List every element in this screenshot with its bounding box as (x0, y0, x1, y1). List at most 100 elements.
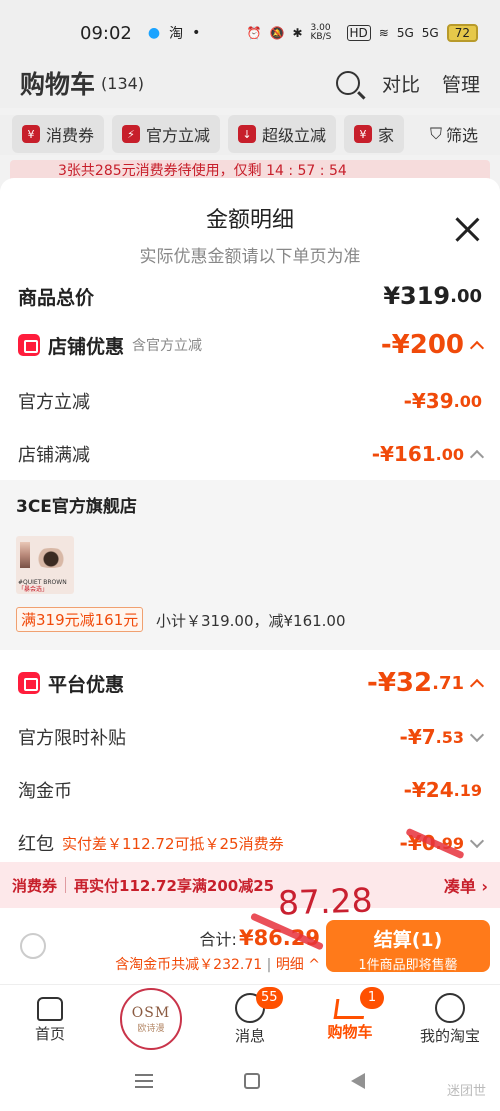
status-bar: 09:02 ● 淘 • ⏰ 🔕 ✱ 3.00 KB/S HD ≋ 5G 5G 7… (0, 0, 500, 66)
coupon-bar-label: 消费券 (12, 876, 58, 895)
coupon-icon: ¥ (354, 125, 373, 143)
app-drop-icon: ● (147, 25, 161, 41)
chip-home[interactable]: ¥ 家 (344, 115, 405, 153)
shop-icon (18, 334, 40, 356)
recents-icon[interactable] (135, 1073, 154, 1088)
subsidy-value: -¥7.53 (400, 725, 485, 749)
osm-logo: OSM 欧诗漫 (120, 988, 182, 1050)
tab-home[interactable]: 首页 (0, 985, 100, 1050)
page-header: 购物车 (134) 对比 管理 (0, 58, 500, 108)
alarm-icon: ⏰ (246, 26, 262, 40)
chevron-down-icon (469, 833, 485, 848)
smile-icon (435, 993, 465, 1023)
chip-super-cut[interactable]: ↓ 超级立减 (228, 115, 337, 153)
store-discount-value: -¥200 (381, 330, 485, 360)
search-icon[interactable] (335, 71, 360, 95)
arrow-down-icon: ↓ (238, 125, 257, 143)
row-store-full-cut[interactable]: 店铺满减 -¥161.00 (0, 441, 500, 467)
chevron-right-icon: › (481, 877, 488, 896)
cart-count: (134) (101, 73, 145, 93)
mute-icon: 🔕 (269, 26, 285, 40)
chip-coupon[interactable]: ¥ 消费券 (12, 115, 105, 153)
row-store-discount[interactable]: 店铺优惠 含官方立减 -¥200 (0, 330, 500, 360)
close-icon[interactable] (454, 216, 480, 242)
compare-button[interactable]: 对比 (382, 70, 420, 97)
manage-button[interactable]: 管理 (442, 70, 480, 97)
filter-chips: ¥ 消费券 ⚡ 官方立减 ↓ 超级立减 ¥ 家 ⛉ 筛选 (0, 115, 500, 155)
signal-2: 5G (421, 26, 439, 40)
back-icon[interactable] (350, 1072, 365, 1089)
total-sum-label: 合计: (199, 930, 237, 949)
system-navigation (0, 1050, 500, 1111)
bottom-tab-bar: 首页 OSM 欧诗漫 消息 55 购物车 1 我的淘宝 (0, 984, 500, 1050)
dot-icon: • (192, 25, 201, 41)
tab-messages[interactable]: 消息 55 (200, 985, 300, 1050)
messages-badge: 55 (256, 987, 283, 1009)
row-platform-discount[interactable]: 平台优惠 -¥32.71 (0, 668, 500, 698)
store-subtotal: 小计￥319.00，减¥161.00 (156, 612, 346, 630)
official-cut-label: 官方立减 (18, 392, 90, 413)
coupon-icon: ¥ (22, 125, 40, 143)
signal-1: 5G (396, 26, 414, 40)
checkout-bar: 合计: ¥86.29 含淘金币共减￥232.71 | 明细 ^ 结算(1) 1件… (0, 908, 500, 984)
platform-discount-label: 平台优惠 (48, 673, 125, 696)
chevron-down-icon (469, 727, 485, 742)
row-subsidy[interactable]: 官方限时补贴 -¥7.53 (0, 724, 500, 750)
tab-cart[interactable]: 购物车 1 (300, 985, 400, 1050)
amount-detail-sheet: 金额明细 实际优惠金额请以下单页为准 商品总价 ¥319.00 店铺优惠 含官方… (0, 178, 500, 878)
eye-image (32, 548, 70, 568)
promo-tag: 满319元减161元 (16, 607, 144, 632)
store-name[interactable]: 3CE官方旗舰店 (16, 492, 137, 517)
coupon-bar-text: 再实付112.72享满200减25 (74, 876, 275, 895)
taojinbi-label: 淘金币 (18, 781, 72, 802)
clock: 09:02 (80, 22, 132, 44)
divider (65, 877, 67, 893)
platform-icon (18, 672, 40, 694)
checkout-button[interactable]: 结算(1) 1件商品即将售罄 (326, 920, 490, 973)
store-discount-note: 含官方立减 (132, 338, 203, 354)
select-all-radio[interactable] (20, 933, 46, 959)
chevron-up-icon (469, 449, 485, 464)
net-speed: 3.00 KB/S (310, 23, 332, 42)
coupon-bar[interactable]: 消费券 再实付112.72享满200减25 凑单 › (0, 862, 500, 908)
taojinbi-value: -¥24.19 (403, 778, 482, 802)
subsidy-label: 官方限时补贴 (18, 728, 126, 749)
row-total: 商品总价 ¥319.00 (0, 282, 500, 310)
taobao-icon: 淘 (169, 26, 184, 42)
tab-my-taobao[interactable]: 我的淘宝 (400, 985, 500, 1050)
watermark: 迷团世 (446, 1084, 486, 1099)
official-cut-value: -¥39.00 (403, 389, 482, 413)
chevron-up-icon (469, 678, 485, 693)
total-value: ¥319.00 (383, 282, 482, 310)
home-icon (37, 997, 63, 1021)
home-square-icon[interactable] (243, 1072, 260, 1089)
sheet-subtitle: 实际优惠金额请以下单页为准 (139, 247, 361, 267)
chip-official-cut[interactable]: ⚡ 官方立减 (112, 115, 221, 153)
store-full-cut-value: -¥161.00 (372, 442, 485, 466)
discount-summary[interactable]: 含淘金币共减￥232.71 | 明细 ^ (115, 954, 320, 974)
store-discount-label: 店铺优惠 (48, 335, 125, 358)
battery-icon: 72 (446, 24, 478, 42)
add-items-link[interactable]: 凑单 › (444, 873, 488, 897)
handwritten-annotation: 87.28 (277, 880, 374, 923)
row-official-cut: 官方立减 -¥39.00 (0, 388, 500, 414)
lightning-icon: ⚡ (122, 125, 141, 143)
tab-brand-ad[interactable]: OSM 欧诗漫 (100, 985, 200, 1050)
wifi-icon: ≋ (378, 26, 389, 40)
page-title: 购物车 (20, 70, 96, 99)
store-full-cut-label: 店铺满减 (18, 445, 90, 466)
total-label: 商品总价 (18, 286, 95, 309)
product-thumbnail[interactable]: #QUIET BROWN 「暴会选」 (16, 536, 74, 594)
platform-discount-value: -¥32.71 (367, 668, 485, 698)
palette-image (20, 542, 30, 568)
redpacket-note: 实付差￥112.72可抵￥25消费券 (62, 834, 284, 853)
redpacket-label: 红包 (18, 834, 54, 855)
filter-icon: ⛉ (429, 124, 442, 143)
store-detail-panel: 3CE官方旗舰店 #QUIET BROWN 「暴会选」 满319元减161元 小… (0, 480, 500, 650)
sheet-title: 金额明细 (205, 208, 294, 233)
filter-button[interactable]: ⛉ 筛选 (419, 115, 488, 153)
hd-badge: HD (346, 25, 371, 41)
row-taojinbi: 淘金币 -¥24.19 (0, 777, 500, 803)
chevron-up-icon (469, 340, 485, 355)
chevron-up-icon: ^ (308, 957, 320, 973)
